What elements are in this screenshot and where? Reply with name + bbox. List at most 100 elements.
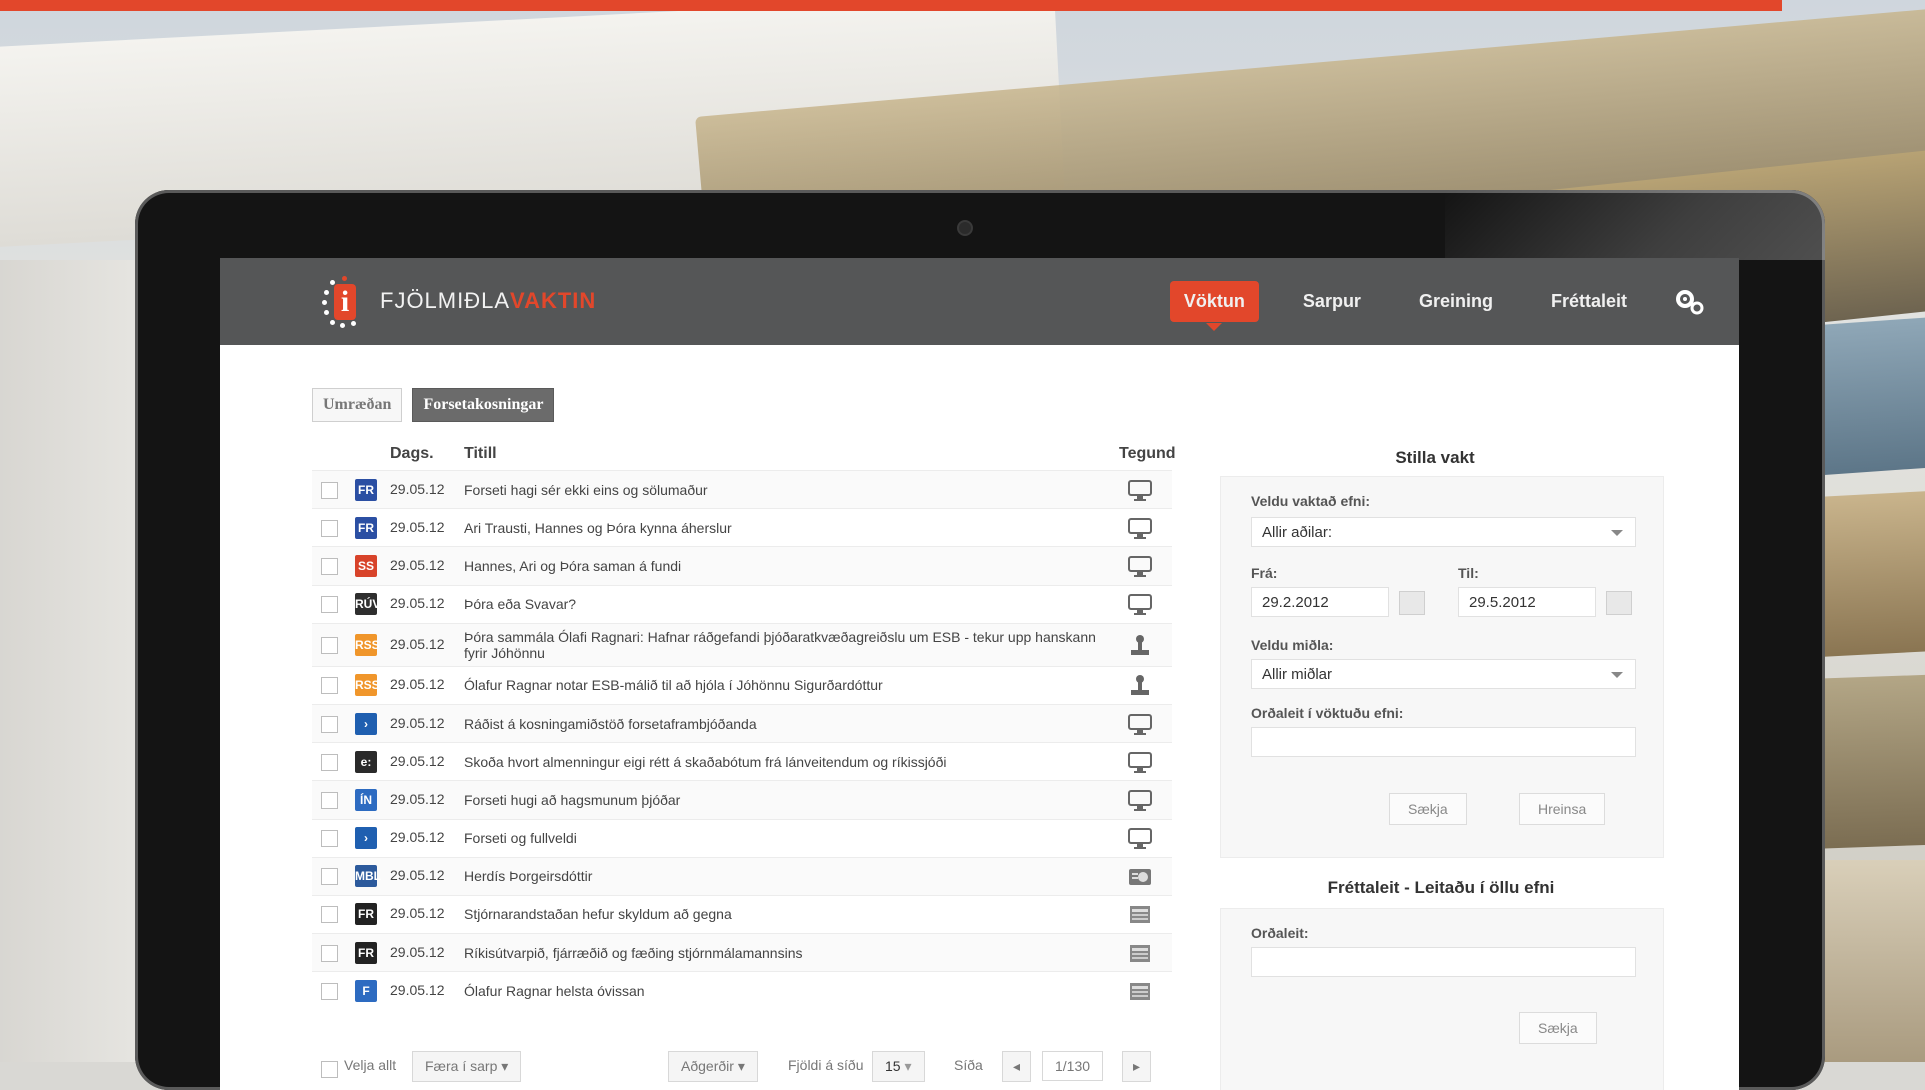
list-row[interactable]: e: 29.05.12 Skoða hvort almenningur eigi r… <box>312 742 1172 780</box>
list-row[interactable]: › 29.05.12 Ráðist á kosningamiðstöð forset… <box>312 703 1172 743</box>
content-select[interactable]: Allir aðilar: <box>1251 517 1636 547</box>
list-row[interactable]: ÍN 29.05.12 Forseti hugi að hagsmunum þjóð… <box>312 780 1172 819</box>
list-row[interactable]: RÚV 29.05.12 Þóra eða Svavar? <box>312 584 1172 623</box>
list-row[interactable]: FR 29.05.12 Stjórnarandstaðan hefur skyldu… <box>312 894 1172 933</box>
row-checkbox[interactable] <box>321 982 338 1000</box>
row-checkbox[interactable] <box>321 636 338 654</box>
chevron-down-icon: ▾ <box>501 1058 509 1074</box>
move-to-archive-label: Færa í sarp <box>425 1058 498 1074</box>
row-checkbox[interactable] <box>321 906 338 924</box>
nav-item-greining[interactable]: Greining <box>1405 281 1507 322</box>
app-screen: i FJÖLMIÐLAVAKTIN Vöktun Sarpur Greining… <box>220 258 1739 1090</box>
search-keyword-input[interactable] <box>1251 947 1636 977</box>
actions-button[interactable]: Aðgerðir ▾ <box>668 1051 758 1082</box>
move-to-archive-button[interactable]: Færa í sarp ▾ <box>412 1051 522 1082</box>
list-row[interactable]: RSS 29.05.12 Ólafur Ragnar notar ESB-málið… <box>312 665 1172 704</box>
list-row[interactable]: SS 29.05.12 Hannes, Ari og Þóra saman á fu… <box>312 546 1172 585</box>
list-row[interactable]: FR 29.05.12 Ríkisútvarpið, fjárræðið og fæ… <box>312 933 1172 972</box>
list-row[interactable]: FR 29.05.12 Ari Trausti, Hannes og Þóra ky… <box>312 508 1172 546</box>
list-row[interactable]: F 29.05.12 Ólafur Ragnar helsta óvissan <box>312 971 1172 1009</box>
row-title-link[interactable]: Forseti hugi að hagsmunum þjóðar <box>464 792 1104 808</box>
calendar-icon[interactable] <box>1606 591 1632 615</box>
row-title-link[interactable]: Ólafur Ragnar helsta óvissan <box>464 983 1104 999</box>
column-title[interactable]: Titill <box>464 445 497 463</box>
row-checkbox[interactable] <box>321 753 338 771</box>
row-checkbox[interactable] <box>321 519 338 537</box>
row-checkbox[interactable] <box>321 481 338 499</box>
calendar-icon[interactable] <box>1399 591 1425 615</box>
tv-media-icon <box>1127 825 1153 851</box>
watch-panel: Veldu vaktað efni: Allir aðilar: Frá: 29… <box>1220 476 1664 858</box>
row-checkbox[interactable] <box>321 944 338 962</box>
from-label: Frá: <box>1251 565 1278 581</box>
row-title-link[interactable]: Ríkisútvarpið, fjárræðið og fæðing stjór… <box>464 945 1104 961</box>
nav-item-voktun[interactable]: Vöktun <box>1169 281 1259 331</box>
row-title-link[interactable]: Stjórnarandstaðan hefur skyldum að gegna <box>464 906 1104 922</box>
row-title-link[interactable]: Herdís Þorgeirsdóttir <box>464 868 1104 884</box>
top-accent-bar <box>0 0 1782 11</box>
tv-media-icon <box>1127 787 1153 813</box>
row-title-link[interactable]: Ráðist á kosningamiðstöð forsetaframbjóð… <box>464 716 1104 732</box>
gear-icon[interactable] <box>1671 283 1709 321</box>
to-date-input[interactable]: 29.5.2012 <box>1458 587 1596 617</box>
row-title-link[interactable]: Hannes, Ari og Þóra saman á fundi <box>464 558 1104 574</box>
row-checkbox[interactable] <box>321 791 338 809</box>
prev-page-button[interactable]: ◂ <box>1002 1051 1032 1082</box>
app-logo[interactable]: i FJÖLMIÐLAVAKTIN <box>320 276 596 328</box>
source-logo-icon: F <box>355 979 377 1002</box>
nav-item-frettaleit[interactable]: Fréttaleit <box>1537 281 1641 322</box>
source-logo-icon: RSS <box>355 674 380 697</box>
row-date: 29.05.12 <box>390 714 445 731</box>
row-title-link[interactable]: Forseti og fullveldi <box>464 830 1104 846</box>
row-title-link[interactable]: Ólafur Ragnar notar ESB-málið til að hjó… <box>464 677 1104 693</box>
row-title-link[interactable]: Þóra sammála Ólafi Ragnari: Hafnar ráðge… <box>464 629 1104 661</box>
row-date: 29.05.12 <box>390 867 445 884</box>
main-nav: Vöktun Sarpur Greining Fréttaleit <box>1169 258 1739 345</box>
media-select[interactable]: Allir miðlar <box>1251 659 1636 689</box>
next-page-button[interactable]: ▸ <box>1122 1051 1152 1082</box>
camera-dot <box>957 220 973 236</box>
tv-media-icon <box>1127 515 1153 541</box>
nav-item-sarpur[interactable]: Sarpur <box>1289 281 1375 322</box>
select-all-checkbox[interactable] <box>321 1061 338 1078</box>
row-title-link[interactable]: Skoða hvort almenningur eigi rétt á skað… <box>464 754 1104 770</box>
row-checkbox[interactable] <box>321 677 338 695</box>
row-title-link[interactable]: Þóra eða Svavar? <box>464 596 1104 612</box>
row-date: 29.05.12 <box>390 981 445 998</box>
tv-media-icon <box>1127 591 1153 617</box>
row-date: 29.05.12 <box>390 556 445 573</box>
per-page-value: 15 <box>885 1058 901 1074</box>
row-date: 29.05.12 <box>390 595 445 612</box>
source-logo-icon: RSS <box>355 633 380 656</box>
column-date[interactable]: Dags. <box>390 445 434 463</box>
media-label: Veldu miðla: <box>1251 637 1334 653</box>
watch-fetch-button[interactable]: Sækja <box>1389 793 1467 825</box>
tv-media-icon <box>1127 711 1153 737</box>
row-checkbox[interactable] <box>321 715 338 733</box>
row-checkbox[interactable] <box>321 830 338 848</box>
list-row[interactable]: MBL 29.05.12 Herdís Þorgeirsdóttir <box>312 856 1172 895</box>
list-row[interactable]: RSS 29.05.12 Þóra sammála Ólafi Ragnari: H… <box>312 622 1172 666</box>
list-row[interactable]: FR 29.05.12 Forseti hagi sér ekki eins og … <box>312 470 1172 509</box>
search-panel: Orðaleit: Sækja <box>1220 908 1664 1090</box>
row-checkbox[interactable] <box>321 557 338 575</box>
column-type[interactable]: Tegund <box>1119 445 1176 463</box>
watch-clear-button[interactable]: Hreinsa <box>1519 793 1606 825</box>
per-page-select[interactable]: 15 ▾ <box>872 1051 925 1082</box>
keyword-input[interactable] <box>1251 727 1636 757</box>
tab-umraedan[interactable]: Umræðan <box>312 388 403 422</box>
row-checkbox[interactable] <box>321 868 338 886</box>
select-all-label: Velja allt <box>344 1057 397 1073</box>
web-media-icon <box>1127 632 1153 658</box>
row-title-link[interactable]: Forseti hagi sér ekki eins og sölumaður <box>464 482 1104 498</box>
logo-icon: i <box>320 276 368 328</box>
list-row[interactable]: › 29.05.12 Forseti og fullveldi <box>312 818 1172 857</box>
row-date: 29.05.12 <box>390 518 445 535</box>
row-checkbox[interactable] <box>321 596 338 614</box>
tab-forsetakosningar[interactable]: Forsetakosningar <box>412 388 555 422</box>
from-date-input[interactable]: 29.2.2012 <box>1251 587 1389 617</box>
source-logo-icon: › <box>355 827 377 850</box>
row-title-link[interactable]: Ari Trausti, Hannes og Þóra kynna áhersl… <box>464 520 1104 536</box>
list-header: Dags. Titill Tegund <box>312 440 1176 470</box>
search-fetch-button[interactable]: Sækja <box>1519 1012 1597 1044</box>
